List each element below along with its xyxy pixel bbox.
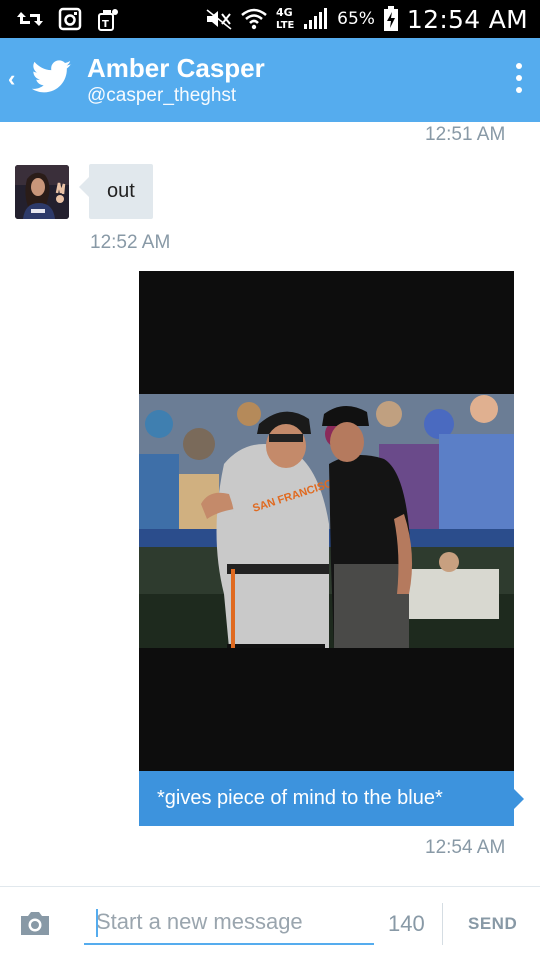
conversation-title: Amber Casper: [87, 53, 265, 83]
wifi-icon: [241, 8, 267, 30]
header-titles[interactable]: Amber Casper @casper_theghst: [87, 52, 265, 108]
message-input-wrap[interactable]: [84, 901, 374, 945]
lte-icon: 4G LTE: [275, 5, 295, 33]
svg-text:T: T: [102, 19, 109, 30]
send-button[interactable]: SEND: [468, 914, 517, 934]
status-clock: 12:54 AM: [406, 4, 528, 34]
signal-icon: [303, 8, 329, 30]
battery-percent: 65%: [337, 9, 375, 29]
message-thread[interactable]: 12:51 AM out 12:52 AM SAN FRANCISCO *giv…: [0, 122, 540, 886]
svg-text:4G: 4G: [276, 6, 293, 19]
compose-bar: 140 SEND: [0, 886, 540, 960]
instagram-icon: [58, 7, 82, 31]
back-chevron-icon[interactable]: ‹: [8, 66, 15, 92]
camera-icon[interactable]: [18, 909, 52, 942]
outgoing-caption-text: *gives piece of mind to the blue*: [157, 787, 443, 809]
twitter-bird-icon[interactable]: [31, 60, 72, 99]
text-caret: [96, 909, 98, 937]
incoming-message-text: out: [107, 180, 135, 202]
incoming-message-bubble[interactable]: out: [79, 164, 153, 219]
timestamp: 12:51 AM: [425, 124, 506, 145]
svg-text:LTE: LTE: [276, 20, 295, 31]
baseball-photo[interactable]: SAN FRANCISCO: [139, 394, 514, 648]
conversation-header: ‹ Amber Casper @casper_theghst: [0, 38, 540, 122]
retweet-icon: [16, 8, 44, 30]
tmobile-icon: T: [96, 6, 120, 32]
battery-charging-icon: [383, 6, 399, 32]
conversation-handle: @casper_theghst: [87, 85, 237, 106]
divider: [442, 903, 443, 945]
message-input[interactable]: [84, 901, 374, 943]
status-bar: T 4G LTE 65% 12:54 AM: [0, 0, 540, 38]
media-attachment[interactable]: SAN FRANCISCO: [139, 271, 514, 771]
timestamp: 12:54 AM: [425, 837, 506, 858]
mute-icon: [205, 8, 233, 30]
overflow-menu-icon[interactable]: [516, 63, 522, 93]
avatar[interactable]: [15, 165, 69, 219]
char-counter: 140: [388, 911, 425, 936]
outgoing-caption-bubble[interactable]: *gives piece of mind to the blue*: [139, 771, 524, 826]
timestamp: 12:52 AM: [90, 232, 171, 253]
